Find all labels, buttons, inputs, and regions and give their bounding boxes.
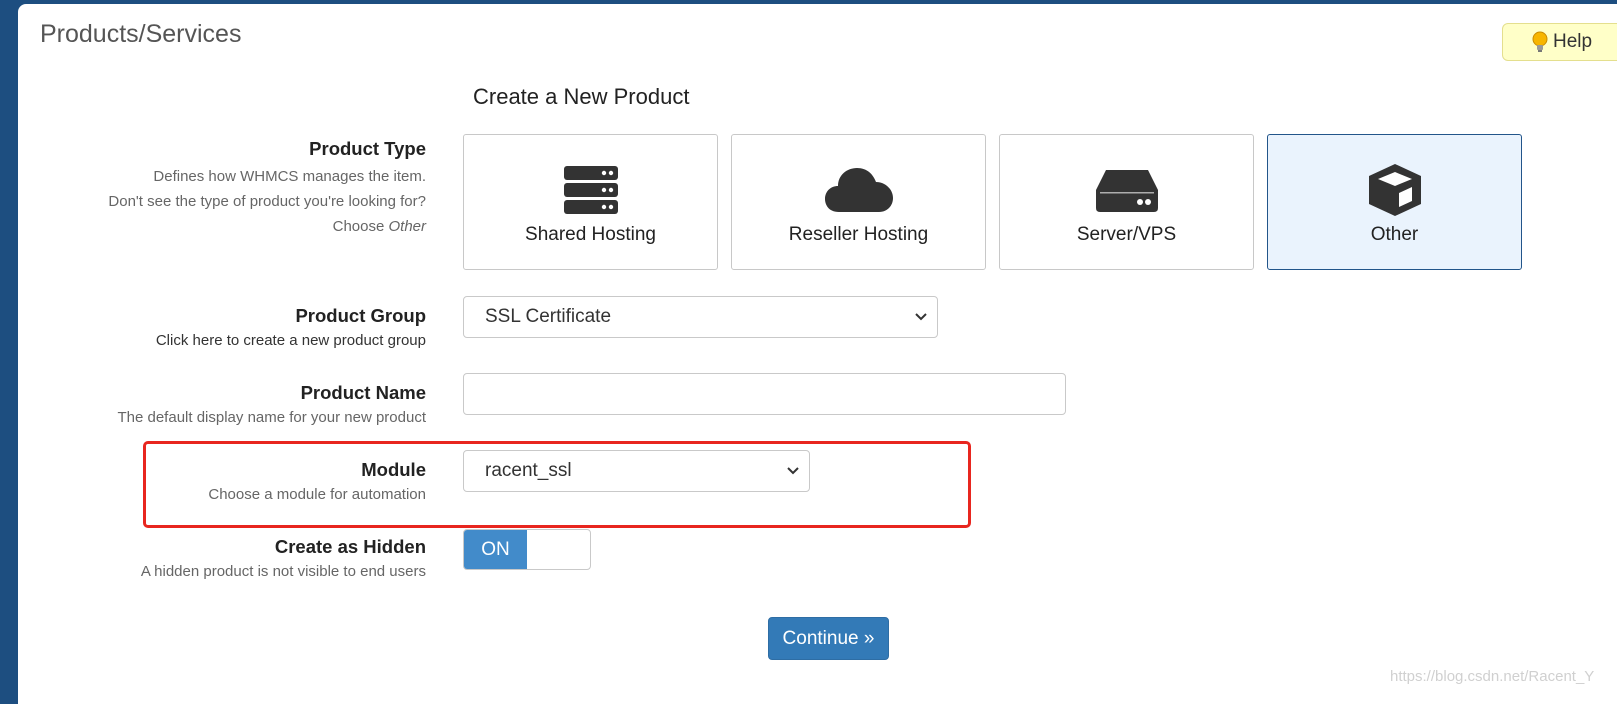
product-group-label: Product Group xyxy=(295,305,426,326)
module-select[interactable]: racent_ssl xyxy=(463,450,810,492)
chevron-down-icon xyxy=(787,467,799,475)
module-desc: Choose a module for automation xyxy=(208,486,426,503)
create-product-group-link[interactable]: Click here to create a new product group xyxy=(156,328,426,353)
product-type-desc-1: Defines how WHMCS manages the item. xyxy=(153,168,426,185)
cube-icon xyxy=(1368,163,1421,216)
help-button[interactable]: Help xyxy=(1502,23,1617,61)
product-type-shared-hosting[interactable]: Shared Hosting xyxy=(463,134,718,270)
product-group-label-block: Product Group Click here to create a new… xyxy=(156,305,426,353)
chevron-down-icon xyxy=(915,313,927,321)
product-type-desc-3-prefix: Choose xyxy=(332,218,389,235)
product-type-desc-3: Choose Other xyxy=(108,214,426,239)
product-type-label-server: Server/VPS xyxy=(1076,224,1177,245)
create-hidden-label: Create as Hidden xyxy=(274,536,426,557)
create-hidden-toggle[interactable]: ON xyxy=(463,529,591,570)
section-title: Create a New Product xyxy=(473,84,690,109)
help-label: Help xyxy=(1553,31,1593,52)
module-label-block: Module Choose a module for automation xyxy=(208,459,426,507)
cloud-icon xyxy=(824,167,893,212)
server-stack-icon xyxy=(563,165,618,214)
create-hidden-desc: A hidden product is not visible to end u… xyxy=(140,563,426,580)
content-panel xyxy=(18,4,1617,704)
lightbulb-icon xyxy=(1532,31,1548,52)
product-type-server-vps[interactable]: Server/VPS xyxy=(999,134,1254,270)
product-name-label-block: Product Name The default display name fo… xyxy=(117,382,426,430)
product-type-desc-2: Don't see the type of product you're loo… xyxy=(108,193,426,210)
product-name-label: Product Name xyxy=(300,382,426,403)
product-name-desc: The default display name for your new pr… xyxy=(117,409,426,426)
watermark: https://blog.csdn.net/Racent_Y xyxy=(1390,668,1595,685)
module-value: racent_ssl xyxy=(485,460,572,481)
product-type-label: Product Type xyxy=(309,138,426,159)
hard-drive-icon xyxy=(1095,169,1158,212)
product-type-label-block: Product Type Defines how WHMCS manages t… xyxy=(108,138,426,239)
create-hidden-label-block: Create as Hidden A hidden product is not… xyxy=(141,536,426,584)
toggle-on-label: ON xyxy=(464,530,527,569)
product-type-label-shared: Shared Hosting xyxy=(525,224,656,245)
continue-button[interactable]: Continue » xyxy=(768,617,889,660)
product-group-select[interactable]: SSL Certificate xyxy=(463,296,938,338)
product-name-input[interactable] xyxy=(463,373,1066,415)
product-type-reseller-hosting[interactable]: Reseller Hosting xyxy=(731,134,986,270)
module-label: Module xyxy=(361,459,426,480)
product-type-label-reseller: Reseller Hosting xyxy=(788,224,929,245)
product-type-other[interactable]: Other xyxy=(1267,134,1522,270)
product-type-label-other: Other xyxy=(1370,224,1419,245)
product-group-value: SSL Certificate xyxy=(485,306,612,327)
page-title: Products/Services xyxy=(40,20,242,48)
product-type-desc-3-em: Other xyxy=(388,218,426,235)
